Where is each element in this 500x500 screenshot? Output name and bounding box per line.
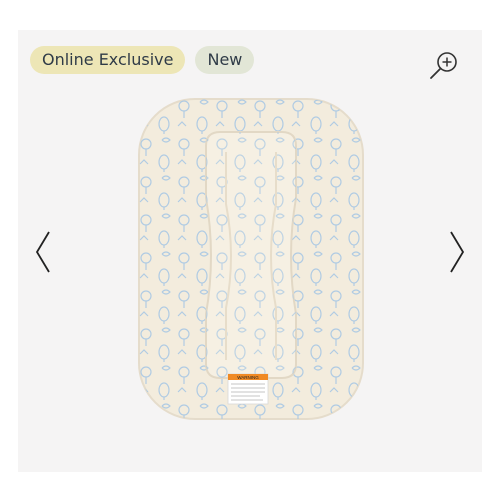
online-exclusive-badge: Online Exclusive xyxy=(30,46,186,74)
badge-group: Online Exclusive New xyxy=(30,46,255,74)
previous-image-button[interactable] xyxy=(32,230,56,274)
product-image-gallery: Online Exclusive New WARNING xyxy=(18,30,482,472)
inner-cushion-pattern xyxy=(206,132,296,378)
new-badge: New xyxy=(195,46,255,74)
zoom-in-icon xyxy=(430,52,457,79)
chevron-left-icon xyxy=(35,231,50,273)
chevron-right-icon xyxy=(450,231,465,273)
zoom-button[interactable] xyxy=(428,50,460,82)
warning-label-text: WARNING xyxy=(237,375,259,380)
product-image: WARNING xyxy=(138,98,364,420)
next-image-button[interactable] xyxy=(444,230,468,274)
